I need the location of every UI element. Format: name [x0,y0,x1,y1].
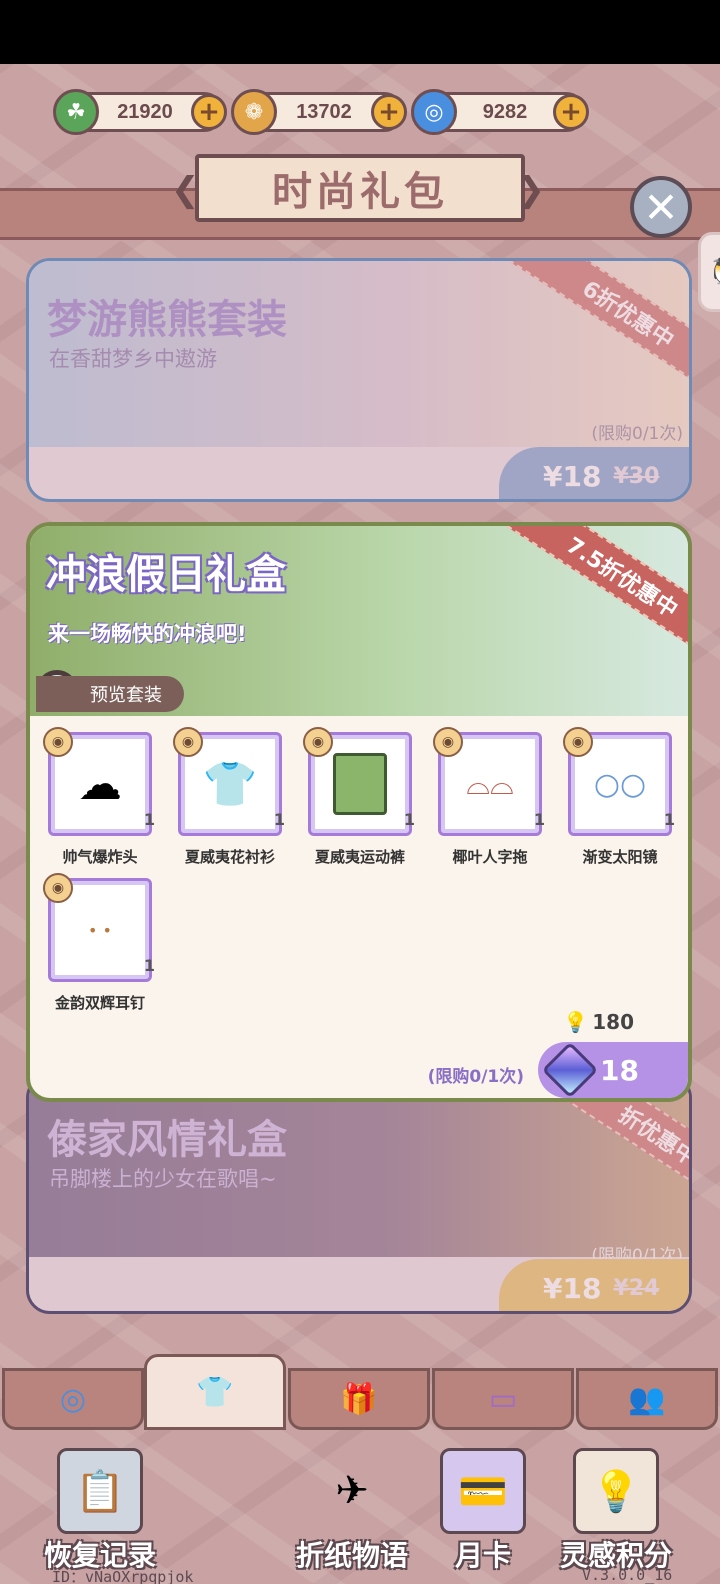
swirl-icon: ◎ [411,89,457,135]
card-subtitle: 来一场畅快的冲浪吧! [48,622,247,646]
inspiration-points-button[interactable]: 💡 灵感积分 [560,1448,672,1574]
side-avatar-tab[interactable]: 🐧 [698,232,720,312]
tab-people[interactable]: 👥 [576,1368,718,1430]
buy-with-gems-button[interactable]: 18 [538,1041,688,1098]
close-button[interactable]: ✕ [630,176,692,238]
bottom-nav: 📋 恢复记录 ✈ 折纸物语 💳 月卡 💡 灵感积分 ID：vNaOXrpqpjo… [0,1434,720,1584]
eye-icon[interactable]: ◉ [563,727,593,757]
swirl-value: 9282 [482,100,528,123]
clover-icon: ☘ [53,89,99,135]
tab-gift[interactable]: 🎁 [288,1368,430,1430]
item-shirt[interactable]: ◉ 👕 1 夏威夷花衬衫 [173,727,288,867]
item-hair[interactable]: ◉ ☁ 1 帅气爆炸头 [43,727,158,867]
clover-currency: ☘ 21920 + [53,89,227,135]
gem-price: 18 [600,1053,639,1087]
tab-clothes[interactable]: 👕 [144,1354,286,1430]
item-qty: 1 [273,810,285,829]
eye-icon[interactable]: ◉ [43,727,73,757]
eye-icon[interactable]: ◉ [43,873,73,903]
clothes-tab-icon: 👕 [196,1374,234,1410]
nav-label: 折纸物语 [296,1539,409,1572]
category-tabs: ◎ 👕 🎁 ▭ 👥 [0,1354,720,1434]
inspiration-reward: 💡 180 [563,1010,634,1034]
card-tab-icon: ▭ [488,1381,518,1417]
item-sandals[interactable]: ◉ ⌓⌓ 1 椰叶人字拖 [433,727,548,867]
sandals-icon: ⌓⌓ [466,766,514,802]
bell-coin-icon: ❁ [231,89,277,135]
monthly-card-button[interactable]: 💳 月卡 [440,1448,526,1574]
version-label: V.3.0.0_16 [582,1566,673,1584]
gift-card-dai-style[interactable]: 傣家风情礼盒 吊脚楼上的少女在歌唱~ 折优惠中 (限购0/1次) ¥18 ¥24 [26,1074,692,1314]
item-name: 夏威夷花衬衫 [184,848,275,866]
origami-story-button[interactable]: ✈ 折纸物语 [296,1448,408,1574]
item-name: 渐变太阳镜 [582,848,658,866]
card-veil [29,261,689,499]
swirl-currency: ◎ 9282 + [411,89,589,135]
add-swirl-button[interactable]: + [553,94,589,130]
eye-icon[interactable]: ◉ [303,727,333,757]
eye-icon[interactable]: ◉ [173,727,203,757]
item-qty: 1 [663,810,675,829]
item-earring[interactable]: ◉ • • 1 金韵双辉耳钉 [43,873,158,1013]
swirl-tab-icon: ◎ [59,1381,87,1417]
gift-card-dream-bear[interactable]: 梦游熊熊套装 在香甜梦乡中遨游 6折优惠中 (限购0/1次) ¥18 ¥30 [26,258,692,502]
gift-card-surf-holiday: 冲浪假日礼盒 来一场畅快的冲浪吧! 7.5折优惠中 预览套装 ◉ ☁ 1 帅气爆炸头… [26,522,692,1102]
page-title: 时尚礼包 [171,154,549,222]
people-tab-icon: 👥 [628,1381,666,1417]
card-veil [29,1077,689,1311]
clover-value: 21920 [117,100,173,123]
item-qty: 1 [143,956,155,975]
user-id: ID：vNaOXrpqpjok [52,1568,194,1584]
close-icon: ✕ [643,182,679,232]
gem-icon [541,1041,599,1098]
hair-icon: ☁ [78,758,122,810]
add-clover-button[interactable]: + [191,94,227,130]
eye-icon[interactable]: ◉ [433,727,463,757]
lightbulb-icon: 💡 [563,1010,589,1034]
item-sunglasses[interactable]: ◉ ○○ 1 渐变太阳镜 [563,727,678,867]
gift-tab-icon: 🎁 [340,1381,378,1417]
add-coin-button[interactable]: + [371,94,407,130]
coin-currency: ❁ 13702 + [231,89,407,135]
item-qty: 1 [403,810,415,829]
card-title: 冲浪假日礼盒 [46,552,286,598]
item-name: 帅气爆炸头 [62,848,138,866]
tab-swirl[interactable]: ◎ [2,1368,144,1430]
item-qty: 1 [533,810,545,829]
clipboard-icon: 📋 [57,1448,143,1534]
earring-icon: • • [88,920,112,940]
inspiration-value: 180 [592,1010,634,1034]
item-qty: 1 [143,810,155,829]
sunglasses-icon: ○○ [593,766,647,802]
item-name: 夏威夷运动裤 [314,848,405,866]
card-icon: 💳 [440,1448,526,1534]
shorts-icon [333,753,387,815]
paper-plane-icon: ✈ [335,1468,369,1514]
preview-outfit-button[interactable]: 预览套装 [36,676,184,712]
item-name: 金韵双辉耳钉 [54,994,145,1012]
lightbulb-icon: 💡 [573,1448,659,1534]
tab-card[interactable]: ▭ [432,1368,574,1430]
purchase-limit: (限购0/1次) [427,1067,524,1087]
restore-records-button[interactable]: 📋 恢复记录 [44,1448,156,1574]
shirt-icon: 👕 [202,759,258,810]
item-name: 椰叶人字拖 [452,848,528,866]
penguin-icon: 🐧 [707,257,720,287]
coin-value: 13702 [296,100,352,123]
item-shorts[interactable]: ◉ 1 夏威夷运动裤 [303,727,418,867]
nav-label: 月卡 [454,1539,511,1572]
app-root: ☘ 21920 + ❁ 13702 + ◎ 9282 + 时尚礼包 ✕ 🐧 梦游… [0,64,720,1584]
